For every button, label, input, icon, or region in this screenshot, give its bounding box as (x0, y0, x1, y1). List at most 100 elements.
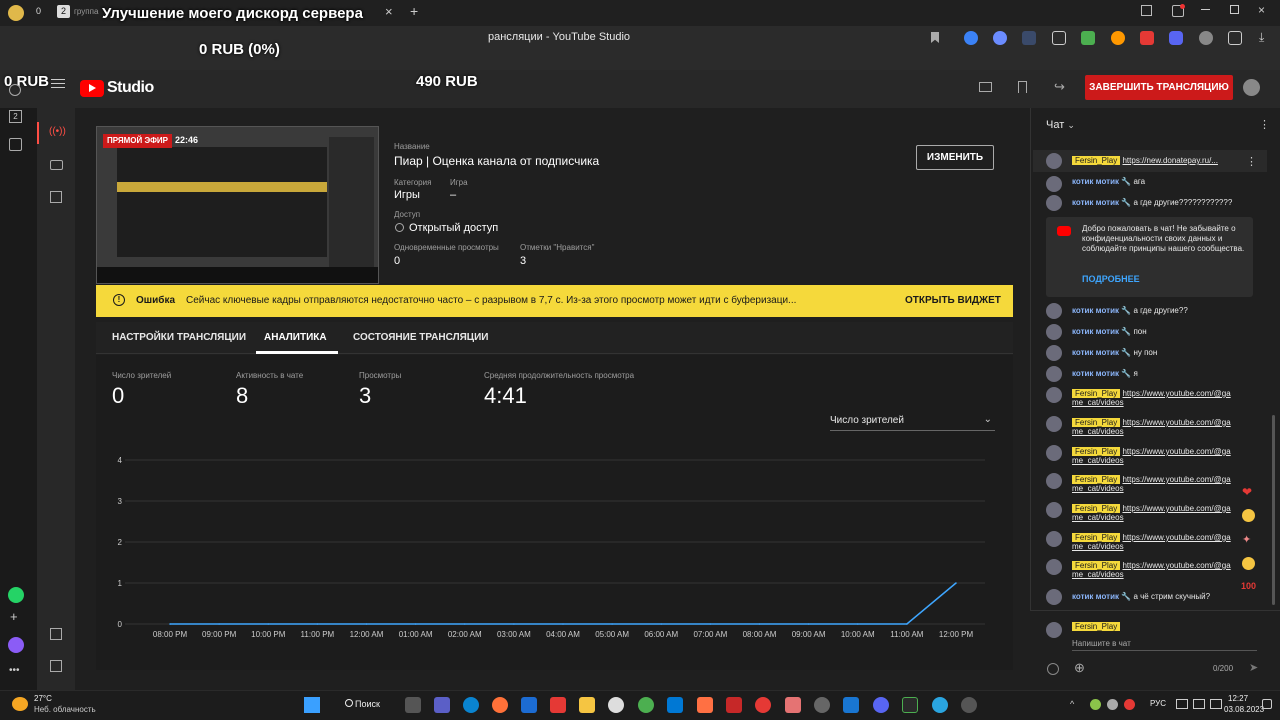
extension-2-icon[interactable] (993, 31, 1007, 45)
download-icon[interactable]: ⤓ (1259, 30, 1264, 45)
chat-link[interactable]: https://www.youtube.com/@ga (1122, 504, 1230, 513)
send-icon[interactable]: ➤ (1249, 661, 1258, 674)
chat-link[interactable]: https://www.youtube.com/@ga (1122, 389, 1230, 398)
add-icon[interactable]: ⊕ (1074, 660, 1085, 676)
chat-link[interactable]: me_cat/videos (1072, 513, 1124, 522)
yandex-browser-icon[interactable] (755, 697, 771, 713)
app-icon[interactable] (608, 697, 624, 713)
collections-icon[interactable] (9, 138, 22, 151)
chat-link[interactable]: me_cat/videos (1072, 542, 1124, 551)
close-tab-icon[interactable]: × (385, 4, 393, 19)
surprised-reaction-icon[interactable] (1242, 557, 1255, 570)
chat-link[interactable]: me_cat/videos (1072, 570, 1124, 579)
shield-icon[interactable] (521, 697, 537, 713)
task-view-icon[interactable] (405, 697, 421, 713)
start-icon[interactable] (304, 697, 320, 713)
whatsapp-icon[interactable] (8, 587, 24, 603)
nav-edit-icon[interactable] (50, 628, 62, 640)
new-tab-icon[interactable]: + (410, 3, 418, 19)
steam-icon[interactable] (814, 697, 830, 713)
chat-link[interactable]: https://www.youtube.com/@ga (1122, 475, 1230, 484)
obs-icon[interactable] (902, 697, 918, 713)
menu-icon[interactable] (51, 79, 65, 80)
app-icon[interactable] (697, 697, 713, 713)
telegram-icon[interactable] (932, 697, 948, 713)
extension-9-icon[interactable] (1199, 31, 1213, 45)
teams-icon[interactable] (434, 697, 450, 713)
maximize-icon[interactable] (1230, 5, 1239, 14)
discord-icon[interactable] (873, 697, 889, 713)
stream-preview[interactable] (96, 126, 379, 284)
weather-icon[interactable] (12, 697, 28, 711)
firefox-icon[interactable] (492, 697, 508, 713)
tab-analytics[interactable]: АНАЛИТИКА (264, 332, 327, 343)
workspace-2-icon[interactable]: 2 (9, 110, 22, 123)
hundred-reaction-icon[interactable]: 100 (1241, 581, 1256, 591)
save-icon[interactable] (1018, 81, 1027, 93)
chat-input[interactable]: Напишите в чат (1072, 639, 1257, 651)
welcome-more-link[interactable]: ПОДРОБНЕЕ (1082, 274, 1140, 284)
close-window-icon[interactable]: × (1258, 3, 1265, 17)
tab-health[interactable]: СОСТОЯНИЕ ТРАНСЛЯЦИИ (353, 332, 488, 343)
tray-chevron-icon[interactable]: ^ (1070, 699, 1074, 709)
wifi-icon[interactable] (1176, 699, 1188, 709)
app-icon[interactable] (961, 697, 977, 713)
chat-link[interactable]: https://www.youtube.com/@ga (1122, 447, 1230, 456)
extensions-icon[interactable] (1141, 5, 1152, 16)
nav-calendar-icon[interactable] (50, 191, 62, 203)
folder-icon[interactable] (579, 697, 595, 713)
more-icon[interactable]: ••• (9, 665, 20, 676)
chat-link[interactable]: me_cat/videos (1072, 427, 1124, 436)
search-box[interactable]: Поиск (335, 694, 391, 714)
tab-settings[interactable]: НАСТРОЙКИ ТРАНСЛЯЦИИ (112, 332, 246, 343)
chat-link[interactable]: me_cat/videos (1072, 484, 1124, 493)
language-indicator[interactable]: РУС (1150, 699, 1166, 708)
end-stream-button[interactable]: ЗАВЕРШИТЬ ТРАНСЛЯЦИЮ (1085, 75, 1233, 100)
nav-camera-icon[interactable] (50, 160, 63, 170)
yandex-icon[interactable] (550, 697, 566, 713)
chat-link[interactable]: me_cat/videos (1072, 398, 1124, 407)
tray-app-icon[interactable] (1107, 699, 1118, 710)
minimize-icon[interactable] (1201, 9, 1210, 10)
edge-icon[interactable] (463, 697, 479, 713)
tray-app-icon[interactable] (1090, 699, 1101, 710)
extension-6-icon[interactable] (1111, 31, 1125, 45)
tray-app-icon[interactable] (1124, 699, 1135, 710)
extension-1-icon[interactable] (964, 31, 978, 45)
chat-link[interactable]: https://www.youtube.com/@ga (1122, 418, 1230, 427)
extension-4-icon[interactable] (1052, 31, 1066, 45)
add-app-icon[interactable]: + (10, 609, 18, 624)
nav-feedback-icon[interactable] (50, 660, 62, 672)
chat-header[interactable]: Чат ⌄ (1046, 119, 1075, 131)
pinned-more-icon[interactable]: ⋮ (1246, 155, 1257, 168)
assistant-icon[interactable] (8, 637, 24, 653)
chat-more-icon[interactable]: ⋮ (1259, 118, 1270, 131)
chat-link[interactable]: https://www.youtube.com/@ga (1122, 561, 1230, 570)
avatar[interactable] (1243, 79, 1260, 96)
extension-10-icon[interactable] (1228, 31, 1242, 45)
nav-live-icon[interactable]: ((•)) (49, 126, 66, 137)
app-icon[interactable] (726, 697, 742, 713)
app-icon[interactable] (843, 697, 859, 713)
store-icon[interactable] (667, 697, 683, 713)
edit-button[interactable]: ИЗМЕНИТЬ (916, 145, 994, 170)
extension-5-icon[interactable] (1081, 31, 1095, 45)
chat-link[interactable]: https://new.donatepay.ru/... (1122, 156, 1217, 165)
chrome-icon[interactable] (638, 697, 654, 713)
party-reaction-icon[interactable]: ✦ (1242, 533, 1251, 546)
chat-link[interactable]: https://www.youtube.com/@ga (1122, 533, 1230, 542)
laugh-reaction-icon[interactable] (1242, 509, 1255, 522)
open-widget-button[interactable]: ОТКРЫТЬ ВИДЖЕТ (905, 295, 1001, 306)
studio-logo-text[interactable]: Studio (107, 79, 154, 97)
battery-icon[interactable] (1210, 699, 1222, 709)
extension-7-icon[interactable] (1140, 31, 1154, 45)
emoji-icon[interactable] (1047, 663, 1059, 675)
layout-icon[interactable] (979, 82, 992, 92)
share-icon[interactable]: ↪ (1054, 79, 1065, 95)
metric-select[interactable]: Число зрителей ⌄ (830, 414, 995, 431)
extension-3-icon[interactable] (1022, 31, 1036, 45)
history-icon[interactable] (9, 84, 21, 96)
chat-scrollbar[interactable] (1272, 415, 1275, 605)
discord-extension-icon[interactable] (1169, 31, 1183, 45)
app-icon[interactable] (785, 697, 801, 713)
